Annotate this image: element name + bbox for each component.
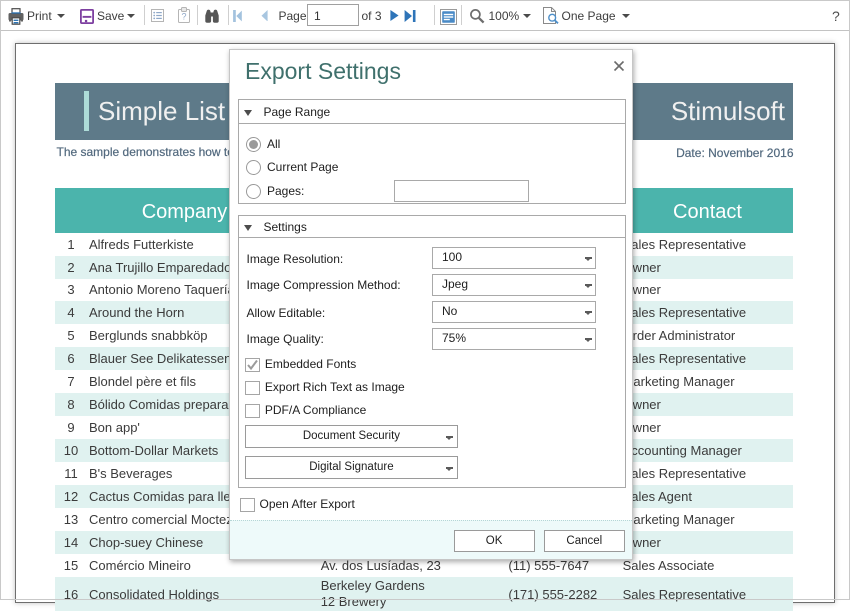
svg-text:?: ? [181,12,186,22]
